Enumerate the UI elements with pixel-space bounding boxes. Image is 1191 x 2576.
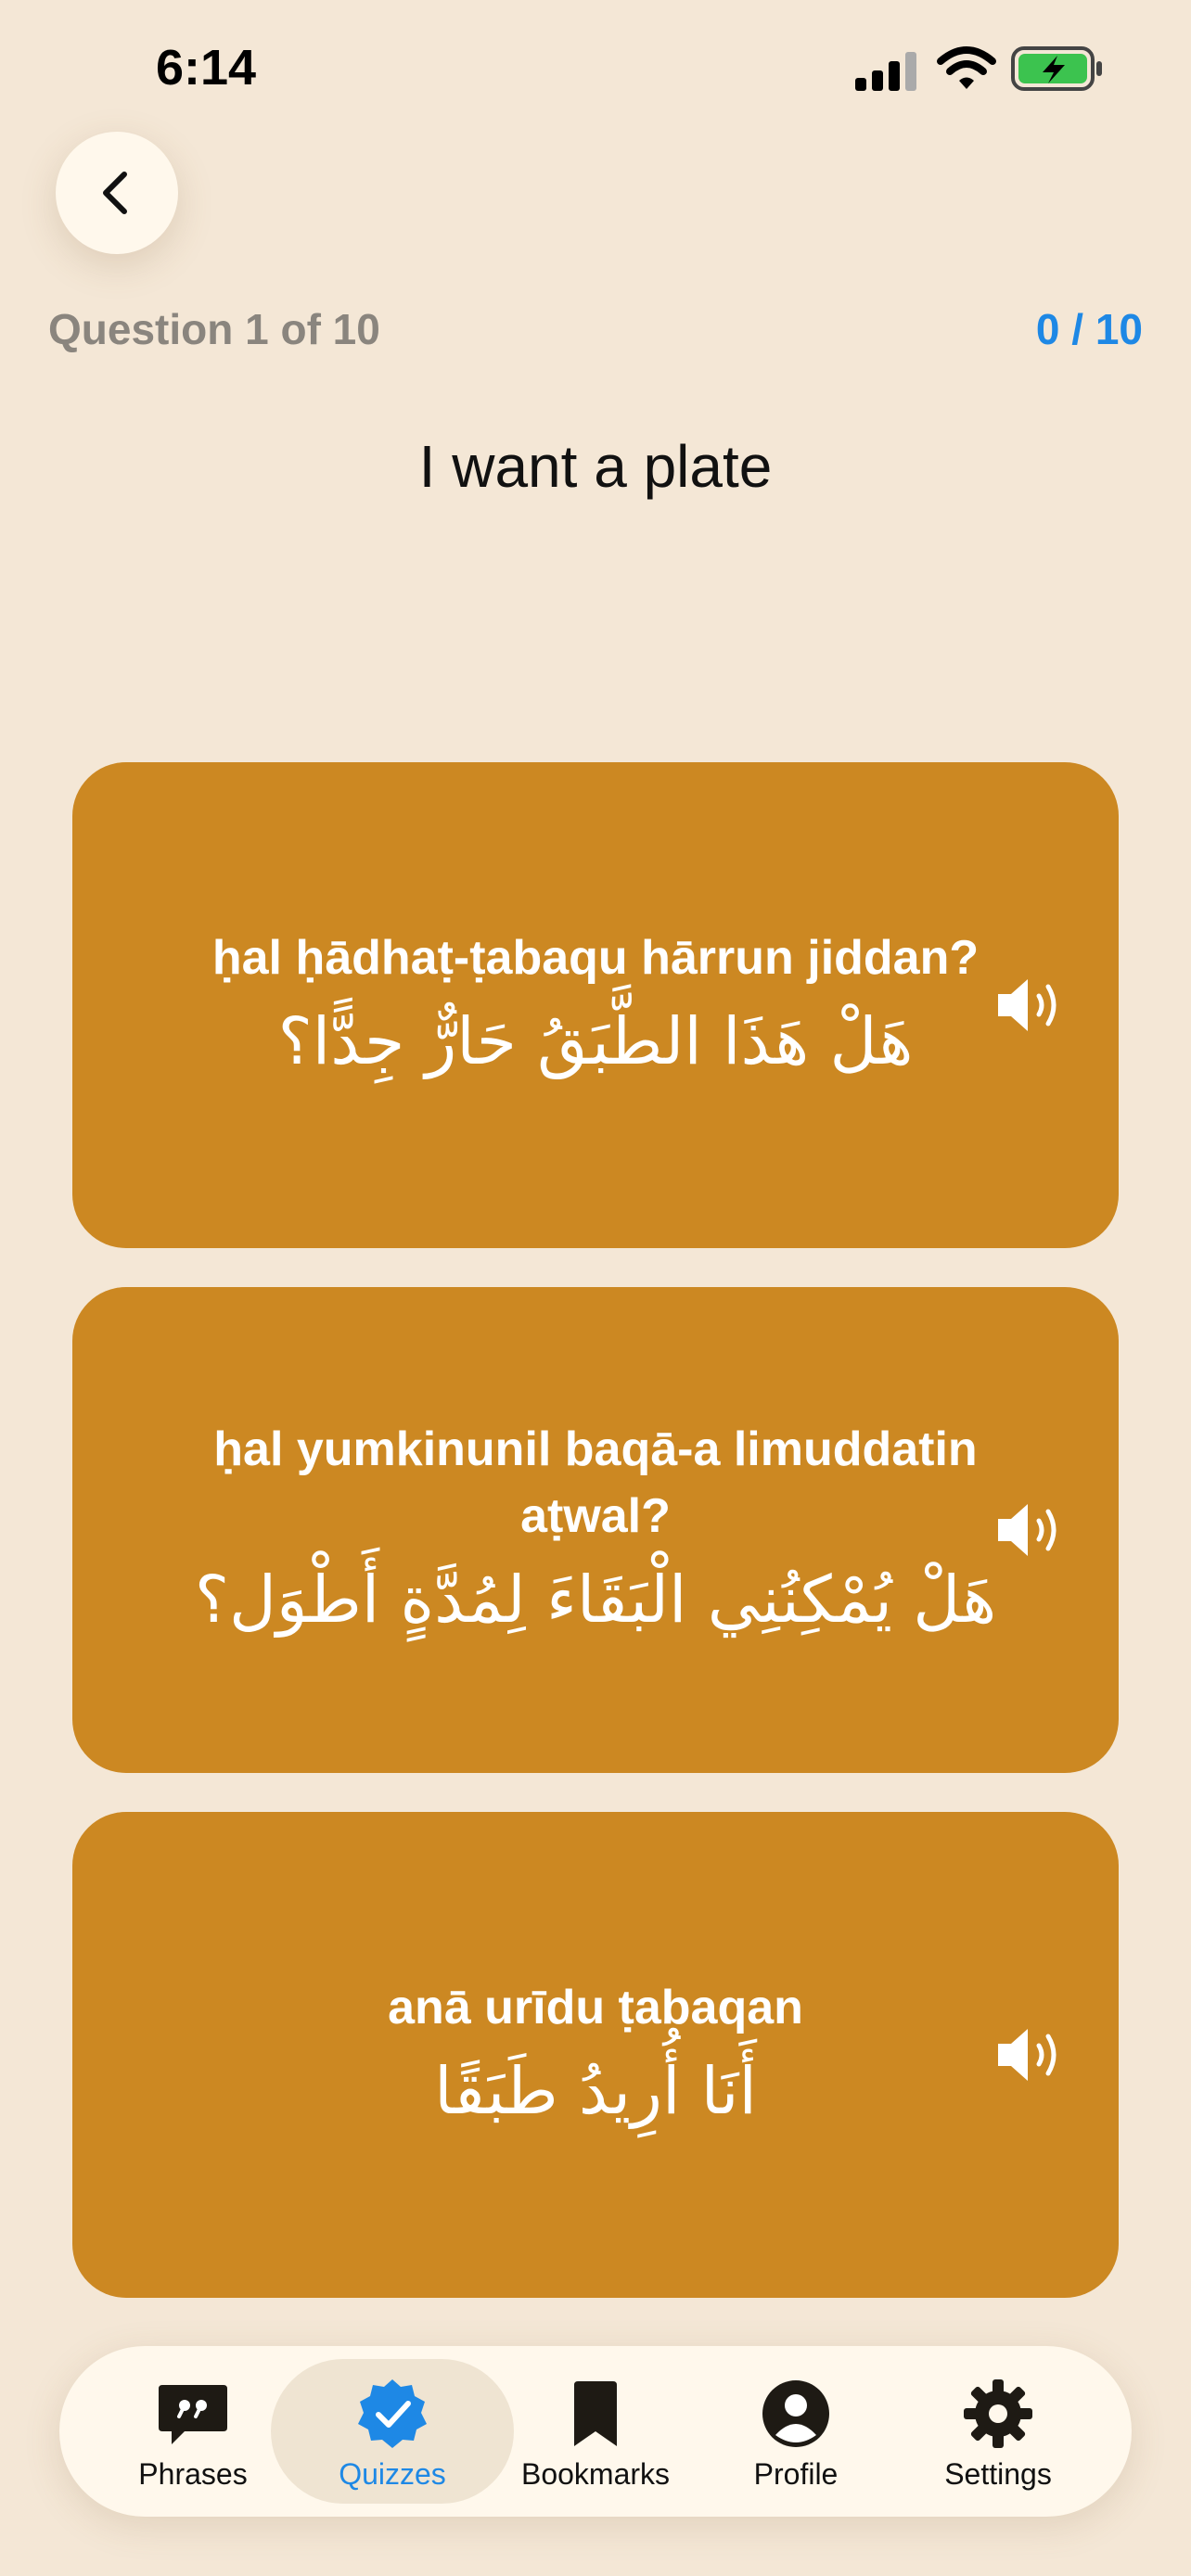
battery-charging-icon [1011,46,1102,91]
speaker-icon[interactable] [994,2023,1067,2086]
tab-label: Profile [753,2457,839,2491]
tab-profile[interactable]: Profile [696,2359,896,2504]
status-time: 6:14 [156,40,257,96]
option-arabic: أَنَا أُرِيدُ طَبَقًا [434,2053,757,2129]
speaker-icon[interactable] [994,974,1067,1037]
tab-label: Phrases [138,2457,248,2491]
tab-settings[interactable]: Settings [898,2359,1098,2504]
tab-quizzes[interactable]: Quizzes [271,2359,514,2504]
bookmark-icon [574,2381,617,2446]
option-arabic: هَلْ يُمْكِنُنِي الْبَقَاءَ لِمُدَّةٍ أَ… [194,1562,997,1638]
chevron-left-icon [103,172,127,214]
option-transliteration: ḥal yumkinunil baqā-a limuddatin aṭwal? [213,1422,978,1543]
quiz-prompt: I want a plate [418,433,773,500]
tab-label: Settings [944,2457,1052,2491]
tab-bookmarks[interactable]: Bookmarks [495,2359,696,2504]
verified-check-icon [358,2379,427,2448]
tab-label: Quizzes [339,2457,446,2491]
answer-option-1[interactable]: ḥal ḥādhaṭ-ṭabaqu hārrun jiddan? هَلْ هَ… [72,762,1119,1248]
option-transliteration: anā urīdu ṭabaqan [388,1981,803,2034]
quote-bubble-icon [159,2385,227,2444]
speaker-icon[interactable] [994,1498,1067,1562]
cellular-signal-icon [855,52,916,91]
gear-icon [964,2379,1032,2448]
back-button[interactable] [56,132,178,254]
tab-label: Bookmarks [520,2457,671,2491]
person-circle-icon [762,2380,829,2447]
tab-bar: Phrases Quizzes Bookmarks Profile Settin… [59,2346,1132,2517]
tab-phrases[interactable]: Phrases [93,2359,293,2504]
question-counter: Question 1 of 10 [48,305,380,353]
answer-option-2[interactable]: ḥal yumkinunil baqā-a limuddatin aṭwal? … [72,1287,1119,1773]
score-counter: 0 / 10 [1035,305,1143,353]
answer-option-3[interactable]: anā urīdu ṭabaqan أَنَا أُرِيدُ طَبَقًا [72,1812,1119,2298]
wifi-icon [937,46,996,89]
status-bar: 6:14 [0,0,1191,139]
option-arabic: هَلْ هَذَا الطَّبَقُ حَارٌّ جِدًّا؟ [277,1003,914,1079]
option-transliteration: ḥal ḥādhaṭ-ṭabaqu hārrun jiddan? [211,931,980,985]
